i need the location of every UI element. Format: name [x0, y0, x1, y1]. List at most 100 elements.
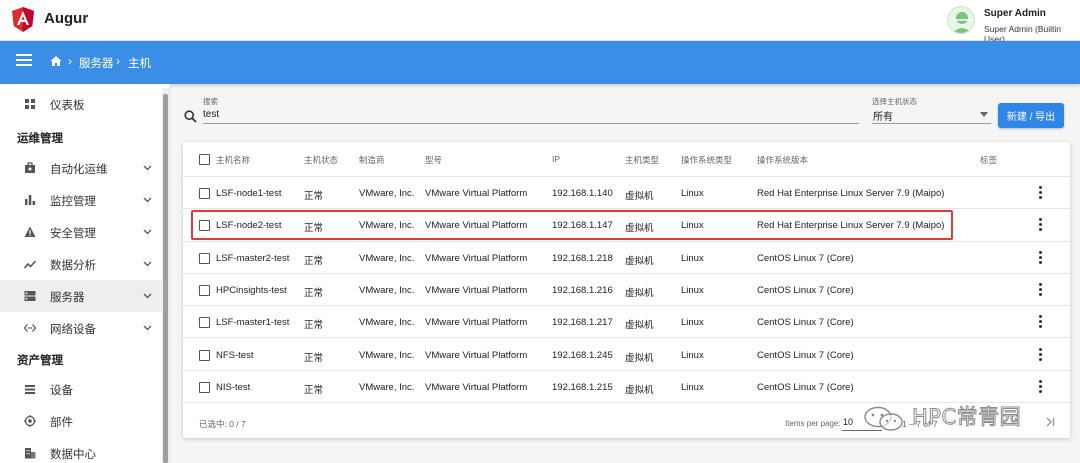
more-vert-icon[interactable] — [1035, 347, 1045, 362]
more-vert-icon[interactable] — [1035, 218, 1045, 232]
row-checkbox[interactable] — [199, 220, 210, 232]
sidebar: 仪表板 运维管理 自动化运维 监控管理 安全管理 数据分析 服务器 网络设备 资… — [0, 84, 170, 463]
home-icon[interactable] — [50, 55, 62, 67]
cell-ip: 192.168.1.147 — [552, 220, 613, 232]
cell-ip: 192.168.1.218 — [552, 252, 613, 264]
column-header-host-type[interactable]: 主机类型 — [625, 154, 659, 166]
column-header-tags[interactable]: 标签 — [980, 154, 997, 166]
column-header-status[interactable]: 主机状态 — [304, 154, 338, 166]
column-header-os-type[interactable]: 操作系统类型 — [681, 154, 732, 166]
column-header-model[interactable]: 型号 — [425, 154, 442, 166]
table-row[interactable]: LSF-node1-test 正常 VMware, Inc. VMware Virtu… — [183, 177, 1070, 210]
sidebar-item-datacenter[interactable]: 数据中心 — [0, 437, 162, 463]
cell-status: 正常 — [304, 223, 324, 235]
sidebar-scrollbar[interactable] — [162, 88, 169, 463]
cell-hostname[interactable]: LSF-master1-test — [216, 317, 289, 328]
row-checkbox[interactable] — [199, 349, 210, 361]
user-name[interactable]: Super Admin — [984, 8, 1046, 19]
more-vert-icon[interactable] — [1035, 250, 1045, 265]
cell-status: 正常 — [304, 255, 324, 267]
cell-model: VMware Virtual Platform — [425, 284, 528, 296]
breadcrumb-hosts: 主机 — [128, 58, 151, 70]
cell-hostname[interactable]: NFS-test — [216, 350, 253, 361]
watermark-text: HPC常青园 — [911, 405, 1022, 430]
new-export-button[interactable]: 新建 / 导出 — [998, 103, 1064, 128]
row-checkbox[interactable] — [199, 381, 210, 393]
cell-model: VMware Virtual Platform — [425, 220, 528, 232]
cell-ip: 192.168.1.216 — [552, 284, 613, 296]
cell-ip: 192.168.1.215 — [552, 381, 613, 393]
more-vert-icon[interactable] — [1035, 379, 1045, 394]
breadcrumb-servers[interactable]: 服务器 — [79, 55, 114, 71]
row-checkbox[interactable] — [199, 252, 210, 264]
cell-manufacturer: VMware, Inc. — [359, 220, 415, 232]
column-header-hostname[interactable]: 主机名称 — [216, 154, 250, 166]
sidebar-item-network-devices[interactable]: 网络设备 — [0, 312, 162, 344]
cell-host-type: 虚拟机 — [625, 287, 654, 299]
more-vert-icon[interactable] — [1035, 282, 1045, 297]
column-header-os-version[interactable]: 操作系统版本 — [757, 154, 808, 166]
chevron-down-icon — [143, 261, 152, 267]
wechat-icon — [864, 406, 903, 431]
more-vert-icon[interactable] — [1035, 315, 1045, 329]
cell-os-type: Linux — [681, 349, 704, 361]
table-row[interactable]: NFS-test 正常 VMware, Inc. VMware Virtual Pla… — [183, 339, 1070, 371]
watermark: HPC常青园 — [862, 400, 1062, 436]
breadcrumb-bar: › 服务器 › 主机 — [0, 41, 1080, 84]
sidebar-section-assets: 资产管理 — [17, 355, 63, 367]
search-input[interactable] — [203, 106, 859, 124]
table-row[interactable]: NIS-test 正常 VMware, Inc. VMware Virtual Pla… — [183, 371, 1070, 404]
chevron-down-icon — [143, 197, 152, 203]
cell-status: 正常 — [304, 287, 324, 299]
sidebar-item-devices[interactable]: 设备 — [0, 373, 162, 405]
host-status-select[interactable]: 所有 — [872, 106, 991, 124]
cell-hostname[interactable]: LSF-master2-test — [216, 253, 289, 264]
cell-hostname[interactable]: NIS-test — [216, 382, 250, 393]
column-header-ip[interactable]: IP — [552, 154, 560, 164]
sidebar-item-servers[interactable]: 服务器 — [0, 280, 162, 312]
cell-os-version: CentOS Linux 7 (Core) — [757, 349, 854, 361]
chevron-down-icon — [143, 325, 152, 331]
sidebar-item-components[interactable]: 部件 — [0, 405, 162, 437]
bar-chart-icon — [25, 195, 36, 205]
user-avatar-icon — [952, 12, 972, 33]
sidebar-item-label: 监控管理 — [50, 196, 96, 208]
table-row[interactable]: HPCinsights-test 正常 VMware, Inc. VMware Vir… — [183, 274, 1070, 307]
cell-host-type: 虚拟机 — [625, 384, 654, 396]
trending-icon — [24, 260, 36, 269]
row-checkbox[interactable] — [199, 284, 210, 296]
cell-status: 正常 — [304, 352, 324, 364]
table-row[interactable]: LSF-master2-test 正常 VMware, Inc. VMware Vir… — [183, 242, 1070, 274]
sidebar-item-label: 自动化运维 — [50, 164, 108, 176]
items-per-page-value: 10 — [843, 417, 854, 427]
cell-hostname[interactable]: LSF-node2-test — [216, 220, 281, 231]
select-all-checkbox[interactable] — [199, 154, 210, 165]
sidebar-item-dashboard[interactable]: 仪表板 — [0, 88, 162, 120]
cell-manufacturer: VMware, Inc. — [359, 317, 415, 329]
table-row[interactable]: LSF-master1-test 正常 VMware, Inc. VMware Vir… — [183, 306, 1070, 339]
cell-hostname[interactable]: LSF-node1-test — [216, 188, 281, 199]
app-header: Augur Super Admin Super Admin (Builtin U… — [0, 0, 1080, 44]
sidebar-item-monitoring[interactable]: 监控管理 — [0, 184, 162, 216]
chevron-down-icon — [143, 165, 152, 171]
cell-status: 正常 — [304, 320, 324, 332]
cell-model: VMware Virtual Platform — [425, 317, 528, 329]
cell-hostname[interactable]: HPCinsights-test — [216, 285, 287, 296]
sidebar-item-security[interactable]: 安全管理 — [0, 216, 162, 248]
sidebar-scrollbar-thumb[interactable] — [163, 94, 168, 463]
user-avatar[interactable] — [947, 6, 975, 34]
sidebar-item-automation[interactable]: 自动化运维 — [0, 152, 162, 184]
cell-model: VMware Virtual Platform — [425, 349, 528, 361]
code-icon — [24, 324, 36, 332]
cell-host-type: 虚拟机 — [625, 320, 654, 332]
sidebar-item-analytics[interactable]: 数据分析 — [0, 248, 162, 280]
sidebar-section-ops: 运维管理 — [17, 133, 63, 145]
row-checkbox[interactable] — [199, 317, 210, 329]
table-row[interactable]: LSF-node2-test 正常 VMware, Inc. VMware Virtu… — [183, 209, 1070, 242]
server-icon — [24, 291, 36, 301]
chevron-down-icon — [143, 229, 152, 235]
hamburger-menu-icon[interactable] — [16, 54, 32, 70]
more-vert-icon[interactable] — [1035, 186, 1045, 200]
row-checkbox[interactable] — [199, 188, 210, 199]
column-header-manufacturer[interactable]: 制造商 — [359, 154, 385, 166]
